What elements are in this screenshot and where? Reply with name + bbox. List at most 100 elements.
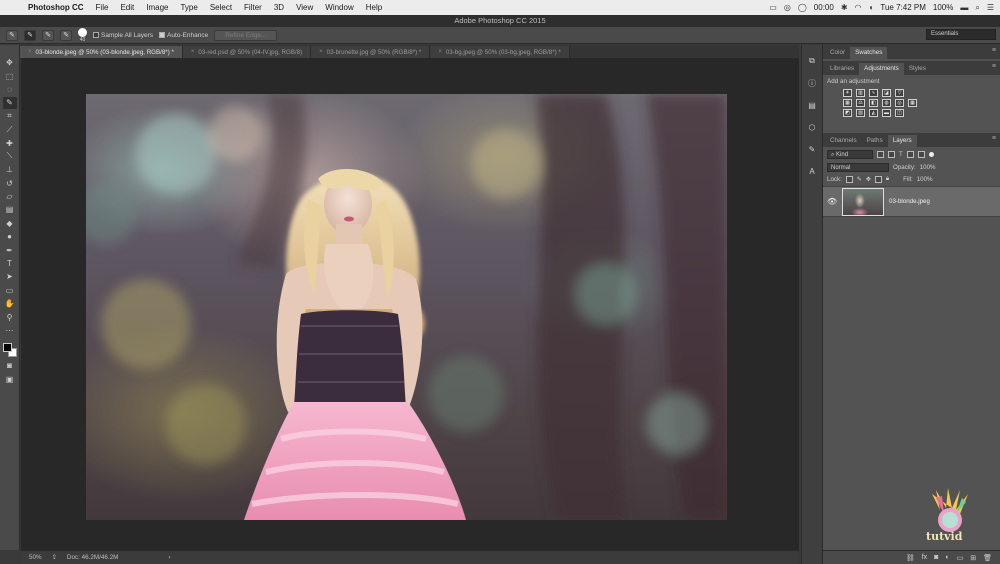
menu-file[interactable]: File <box>90 3 115 12</box>
refine-edge-button[interactable]: Refine Edge... <box>214 29 278 41</box>
color-balance-icon[interactable]: ⚖ <box>856 99 865 107</box>
volume-icon[interactable]: ◖ <box>869 3 874 12</box>
close-tab-icon[interactable]: × <box>319 49 323 55</box>
menu-edit[interactable]: Edit <box>114 3 140 12</box>
move-tool-icon[interactable]: ✥ <box>3 57 17 68</box>
screen-mode-icon[interactable]: ▣ <box>3 374 17 385</box>
panel-menu-icon[interactable]: ≡ <box>992 63 996 70</box>
subtract-from-selection-icon[interactable]: ✎ <box>60 29 72 41</box>
layer-thumbnail[interactable] <box>842 187 884 216</box>
link-layers-icon[interactable]: ⛓ <box>906 554 915 562</box>
brush-tool-icon[interactable]: ⟍ <box>3 151 17 162</box>
tab-paths[interactable]: Paths <box>862 135 888 147</box>
menu-type[interactable]: Type <box>174 3 203 12</box>
info-panel-icon[interactable]: ⓘ <box>806 77 818 89</box>
brightness-contrast-icon[interactable]: ☀ <box>843 89 852 97</box>
exposure-icon[interactable]: ◪ <box>882 89 891 97</box>
menu-window[interactable]: Window <box>319 3 359 12</box>
healing-brush-tool-icon[interactable]: ✚ <box>3 137 17 148</box>
lock-image-icon[interactable]: ✎ <box>857 176 862 183</box>
opacity-value[interactable]: 100% <box>920 164 936 171</box>
export-icon[interactable]: ⇪ <box>52 554 57 561</box>
brush-panel-icon[interactable]: ✎ <box>806 143 818 155</box>
zoom-tool-icon[interactable]: ⚲ <box>3 311 17 322</box>
gradient-tool-icon[interactable]: ▤ <box>3 204 17 215</box>
color-swatches[interactable] <box>2 342 18 358</box>
battery-text[interactable]: 100% <box>933 3 953 12</box>
tab-libraries[interactable]: Libraries <box>825 63 859 75</box>
wifi-icon[interactable]: ◠ <box>855 3 862 12</box>
eraser-tool-icon[interactable]: ▱ <box>3 191 17 202</box>
close-tab-icon[interactable]: × <box>191 49 195 55</box>
sync-icon[interactable]: ◎ <box>784 3 791 12</box>
pixel-filter-icon[interactable] <box>877 151 884 158</box>
monitor-icon[interactable]: ▭ <box>769 3 777 12</box>
new-group-icon[interactable]: ▭ <box>957 554 964 562</box>
blend-mode-select[interactable]: Normal <box>827 163 889 172</box>
sample-all-layers-checkbox[interactable]: Sample All Layers <box>93 32 153 39</box>
layer-item[interactable]: 👁︎ 03-blonde.jpeg <box>823 186 1000 217</box>
curves-icon[interactable]: ∿ <box>869 89 878 97</box>
bluetooth-icon[interactable]: ✱ <box>841 3 848 12</box>
status-menu-arrow-icon[interactable]: › <box>168 554 170 561</box>
blur-tool-icon[interactable]: ◆ <box>3 218 17 229</box>
auto-enhance-checkbox[interactable]: Auto-Enhance <box>159 32 208 39</box>
hue-saturation-icon[interactable]: ▦ <box>843 99 852 107</box>
history-panel-icon[interactable]: ⧉ <box>806 55 818 67</box>
hand-tool-icon[interactable]: ✋ <box>3 298 17 309</box>
zoom-level[interactable]: 50% <box>29 554 42 561</box>
add-mask-icon[interactable]: ◙ <box>934 554 938 561</box>
menu-view[interactable]: View <box>290 3 319 12</box>
lasso-tool-icon[interactable]: ◌ <box>3 84 17 95</box>
lock-all-icon[interactable]: 🔒︎ <box>886 176 889 183</box>
search-icon[interactable]: ⌕ <box>975 3 979 13</box>
fill-value[interactable]: 100% <box>917 176 933 183</box>
kind-filter-select[interactable]: ⌕ Kind <box>827 150 873 159</box>
menu-select[interactable]: Select <box>204 3 238 12</box>
adjustment-filter-icon[interactable] <box>888 151 895 158</box>
quick-mask-icon[interactable]: ◙ <box>3 360 17 371</box>
workspace-select[interactable]: Essentials <box>926 29 996 40</box>
menu-help[interactable]: Help <box>360 3 388 12</box>
photo-filter-icon[interactable]: ◍ <box>882 99 891 107</box>
type-filter-icon[interactable]: T <box>899 152 903 158</box>
history-brush-tool-icon[interactable]: ↺ <box>3 178 17 189</box>
lock-transparent-icon[interactable] <box>845 176 853 183</box>
black-white-icon[interactable]: ◧ <box>869 99 878 107</box>
foreground-color-swatch[interactable] <box>2 343 12 353</box>
battery-icon[interactable]: ▬ <box>960 3 968 12</box>
close-tab-icon[interactable]: × <box>438 49 442 55</box>
notifications-icon[interactable]: ☰ <box>987 3 994 12</box>
shape-filter-icon[interactable] <box>906 151 914 158</box>
tab-03-red[interactable]: × 03-red.psd @ 50% (04-IV.jpg, RGB/8) <box>182 46 312 58</box>
new-selection-icon[interactable]: ✎ <box>24 29 36 41</box>
crop-tool-icon[interactable]: ⌗ <box>3 111 17 122</box>
menu-3d[interactable]: 3D <box>268 3 290 12</box>
character-panel-icon[interactable]: A <box>806 165 818 177</box>
dodge-tool-icon[interactable]: ● <box>3 231 17 242</box>
layer-name[interactable]: 03-blonde.jpeg <box>889 198 930 205</box>
visibility-eye-icon[interactable]: 👁︎ <box>827 197 837 206</box>
levels-icon[interactable]: ▥ <box>856 89 865 97</box>
menu-app-name[interactable]: Photoshop CC <box>22 3 90 12</box>
delete-layer-icon[interactable]: 🗑︎ <box>983 554 992 562</box>
rectangle-tool-icon[interactable]: ▭ <box>3 285 17 296</box>
tab-channels[interactable]: Channels <box>825 135 862 147</box>
eyedropper-tool-icon[interactable]: ⟋ <box>3 124 17 135</box>
brush-size-picker[interactable]: 40 <box>78 27 87 43</box>
record-icon[interactable]: ◯ <box>798 3 807 12</box>
document-canvas-area[interactable] <box>21 58 799 550</box>
smart-object-filter-icon[interactable] <box>917 151 925 158</box>
lock-artboard-icon[interactable] <box>874 176 882 183</box>
tab-swatches[interactable]: Swatches <box>850 47 888 59</box>
tab-03-brunette[interactable]: × 03-brunette.jpg @ 50% (RGB/8*) * <box>311 46 431 58</box>
tab-03-blonde[interactable]: × 03-blonde.jpeg @ 50% (03-blonde.jpeg, … <box>20 46 183 58</box>
3d-panel-icon[interactable]: ⬡ <box>806 121 818 133</box>
filter-toggle-icon[interactable] <box>928 152 934 157</box>
lock-position-icon[interactable]: ✥ <box>866 176 871 183</box>
menu-filter[interactable]: Filter <box>238 3 268 12</box>
menu-image[interactable]: Image <box>140 3 174 12</box>
path-selection-tool-icon[interactable]: ➤ <box>3 271 17 282</box>
tab-styles[interactable]: Styles <box>904 63 931 75</box>
panel-menu-icon[interactable]: ≡ <box>992 135 996 142</box>
